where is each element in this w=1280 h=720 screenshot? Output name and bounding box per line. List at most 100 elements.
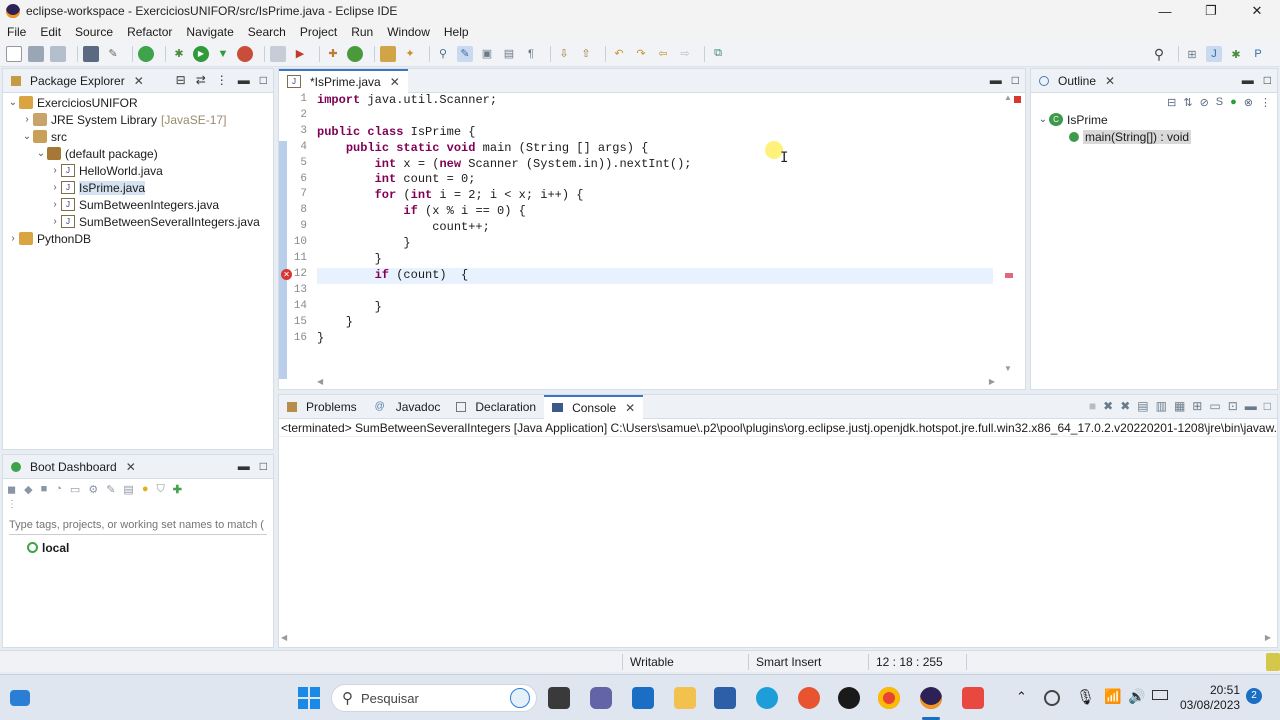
tab-javadoc[interactable]: @ Javadoc [365, 395, 449, 419]
tree-item-jre[interactable]: › JRE System Library [JavaSE-17] [3, 111, 273, 128]
link-editor-icon[interactable]: ⇄ [196, 73, 206, 87]
menu-source[interactable]: Source [68, 25, 120, 39]
console-horizontal-scrollbar[interactable]: ◀ ▶ [281, 633, 1271, 645]
maximize-view-icon[interactable]: □ [260, 73, 267, 87]
search-icon[interactable]: ⚲ [1151, 46, 1167, 62]
code-line[interactable]: } [317, 300, 993, 316]
collapse-arrow-icon[interactable]: › [49, 199, 61, 210]
tray-app-icon[interactable] [1044, 690, 1060, 706]
file-explorer-icon[interactable] [674, 687, 696, 709]
add-icon[interactable]: ✚ [173, 483, 182, 496]
console-icon[interactable]: ▭ [70, 483, 80, 496]
battery-icon[interactable] [1152, 690, 1168, 700]
close-tab-icon[interactable]: ✕ [1105, 74, 1115, 88]
word-wrap-icon[interactable]: ▦ [1174, 399, 1185, 413]
hide-nonpublic-icon[interactable]: ● [1230, 96, 1237, 108]
collapse-arrow-icon[interactable]: › [49, 165, 61, 176]
expand-arrow-icon[interactable]: ⌄ [1037, 114, 1049, 125]
outline-class[interactable]: ⌄ C IsPrime [1031, 111, 1277, 128]
notification-badge[interactable]: 2 [1246, 688, 1262, 704]
error-icon[interactable]: ✕ [281, 269, 292, 280]
menu-window[interactable]: Window [380, 25, 437, 39]
close-tab-icon[interactable]: ✕ [126, 460, 136, 474]
debug-perspective-icon[interactable]: ✱ [1228, 46, 1244, 62]
new-icon[interactable] [6, 45, 22, 62]
maximize-view-icon[interactable]: □ [1264, 73, 1271, 87]
view-menu-icon[interactable]: ⋮ [216, 73, 228, 87]
expand-arrow-icon[interactable]: ⌄ [21, 131, 33, 142]
expose-icon[interactable]: ⚙ [88, 483, 98, 496]
collapse-all-icon[interactable]: ⊟ [1167, 96, 1176, 109]
menu-edit[interactable]: Edit [33, 25, 68, 39]
eclipse-taskbar-icon[interactable] [920, 687, 942, 709]
remove-launch-icon[interactable]: ✖ [1103, 399, 1113, 413]
python-perspective-icon[interactable]: P [1250, 46, 1266, 62]
collapse-arrow-icon[interactable]: › [7, 233, 19, 244]
expand-arrow-icon[interactable]: ⌄ [35, 148, 47, 159]
close-tab-icon[interactable]: ✕ [134, 74, 144, 88]
tab-declaration[interactable]: Declaration [448, 395, 544, 419]
code-line[interactable]: } [317, 331, 993, 347]
code-line[interactable]: int count = 0; [317, 172, 993, 188]
boot-local-item[interactable]: local [3, 539, 273, 556]
view-menu-icon[interactable]: ⋮ [1260, 96, 1271, 109]
code-line[interactable]: count++; [317, 220, 993, 236]
pin-icon[interactable]: ⚲ [435, 46, 451, 62]
outline-method[interactable]: main(String[]) : void [1031, 128, 1277, 145]
editor-horizontal-scrollbar[interactable]: ◀ ▶ [317, 375, 995, 387]
save-all-icon[interactable] [50, 45, 66, 62]
code-line[interactable]: import java.util.Scanner; [317, 93, 993, 109]
scroll-lock-icon[interactable]: ▥ [1156, 399, 1167, 413]
boot-dashboard-menu-icon[interactable]: ⋮ [3, 499, 273, 511]
error-overview-marker[interactable] [1005, 273, 1013, 278]
volume-icon[interactable]: 🔊 [1128, 688, 1145, 705]
editor-vertical-scrollbar[interactable]: ▲ ▼ [1001, 93, 1015, 373]
clock[interactable]: 20:51 03/08/2023 [1180, 683, 1240, 713]
boot-filter-input[interactable] [9, 515, 267, 535]
minimize-button[interactable]: — [1142, 0, 1188, 22]
hide-static-icon[interactable]: S [1216, 96, 1223, 108]
menu-search[interactable]: Search [241, 25, 293, 39]
new-java-project-icon[interactable]: ✚ [325, 46, 341, 62]
menu-run[interactable]: Run [344, 25, 380, 39]
clear-console-icon[interactable]: ▤ [1137, 399, 1148, 413]
tab-package-explorer[interactable]: Package Explorer ✕ [3, 69, 152, 93]
forward-edit-icon[interactable]: ↷ [633, 46, 649, 62]
new-class-icon[interactable] [347, 45, 363, 62]
minimize-view-icon[interactable]: ▬ [238, 73, 250, 87]
close-button[interactable]: ✕ [1234, 0, 1280, 22]
menu-refactor[interactable]: Refactor [120, 25, 179, 39]
collapse-all-icon[interactable]: ⊟ [176, 73, 186, 87]
debug-icon[interactable]: ✱ [171, 46, 187, 62]
maximize-view-icon[interactable]: □ [260, 459, 267, 473]
open-task-icon[interactable]: ⧉ [710, 46, 726, 62]
forward-icon[interactable]: ⇨ [677, 46, 693, 62]
scroll-right-icon[interactable]: ▶ [989, 377, 995, 386]
hide-fields-icon[interactable]: ⊘ [1200, 96, 1209, 109]
code-line[interactable]: public class IsPrime { [317, 125, 993, 141]
terminate-icon[interactable]: ■ [1089, 399, 1096, 413]
stop-icon[interactable]: ■ [41, 483, 48, 495]
scroll-up-icon[interactable]: ▲ [1001, 93, 1015, 102]
launch-icon[interactable]: ▶ [292, 46, 308, 62]
java-perspective-icon[interactable]: J [1206, 46, 1222, 62]
run-icon[interactable]: ▶ [193, 45, 209, 62]
start-icon[interactable]: ◼ [7, 483, 16, 496]
minimize-view-icon[interactable]: ▬ [1242, 73, 1254, 87]
open-console-icon[interactable]: ⊡ [1228, 399, 1238, 413]
open-perspective-icon[interactable]: ⊞ [1184, 46, 1200, 62]
app-icon[interactable] [838, 687, 860, 709]
menu-help[interactable]: Help [437, 25, 476, 39]
overview-error-icon[interactable] [1014, 96, 1021, 103]
lightbulb-icon[interactable]: ● [142, 483, 149, 495]
minimize-view-icon[interactable]: ▬ [1245, 399, 1257, 413]
edit-icon[interactable]: ✎ [106, 483, 115, 496]
code-line[interactable]: int x = (new Scanner (System.in)).nextIn… [317, 157, 993, 173]
save-icon[interactable] [28, 45, 44, 62]
tree-item-package[interactable]: ⌄ (default package) [3, 145, 273, 162]
maximize-button[interactable]: ❐ [1188, 0, 1234, 22]
teams-icon[interactable] [590, 687, 612, 709]
remove-all-icon[interactable]: ✖ [1120, 399, 1130, 413]
microphone-icon[interactable]: 🎙 [1076, 688, 1095, 706]
menu-project[interactable]: Project [293, 25, 344, 39]
